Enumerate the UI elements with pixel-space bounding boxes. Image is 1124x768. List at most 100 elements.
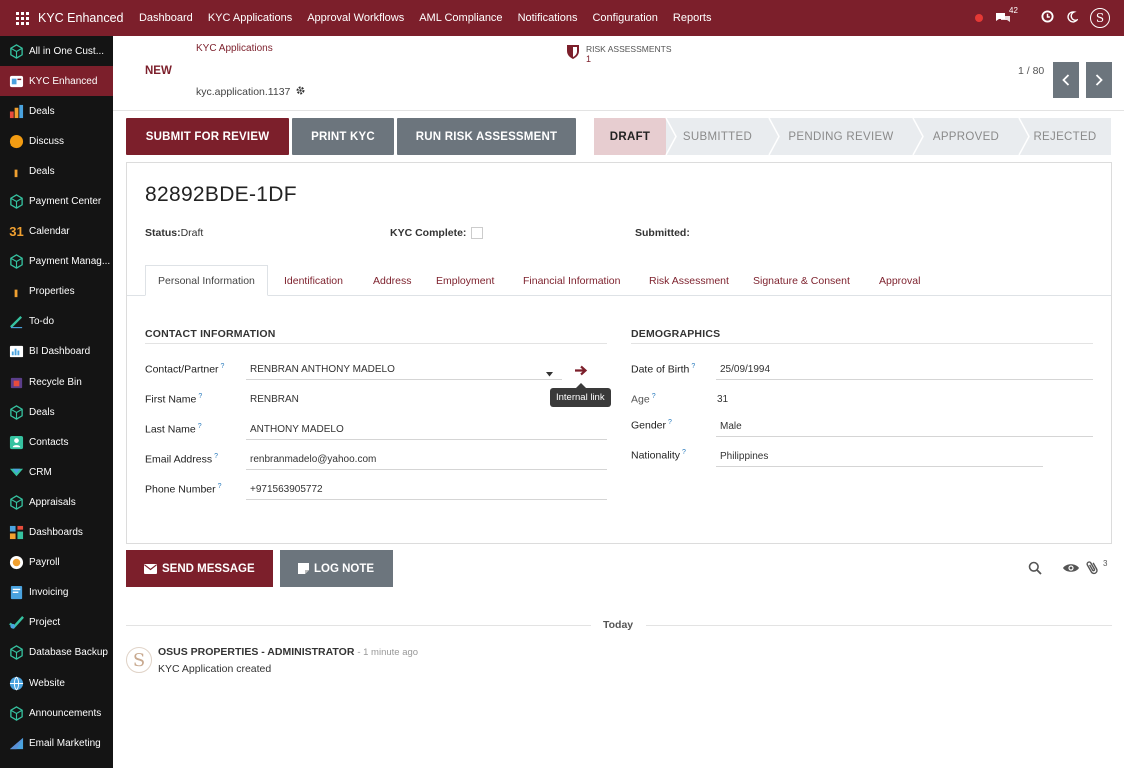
sidebar-item-calendar[interactable]: 31 Calendar	[0, 217, 113, 247]
menu-approval-workflows[interactable]: Approval Workflows	[300, 12, 412, 24]
box-icon	[9, 495, 24, 510]
pager-value[interactable]: 1 / 80	[1018, 65, 1044, 77]
dropdown-caret-icon[interactable]	[546, 368, 553, 380]
tab-employment[interactable]: Employment	[436, 265, 494, 296]
sidebar-item-deals[interactable]: Deals	[0, 96, 113, 126]
dark-mode-icon[interactable]	[1066, 10, 1080, 26]
tab-address[interactable]: Address	[373, 265, 412, 296]
help-icon[interactable]: ?	[682, 449, 686, 456]
pager-previous-button[interactable]	[1053, 62, 1079, 98]
date-of-birth-field[interactable]: 25/09/1994	[716, 361, 1093, 380]
help-icon[interactable]: ?	[198, 423, 202, 430]
email-address-label: Email Address?	[145, 453, 219, 466]
help-icon[interactable]: ?	[691, 363, 695, 370]
tab-signature-consent[interactable]: Signature & Consent	[753, 265, 850, 296]
submit-for-review-button[interactable]: SUBMIT FOR REVIEW	[126, 118, 289, 155]
search-icon[interactable]	[1028, 561, 1042, 578]
menu-dashboard[interactable]: Dashboard	[131, 12, 200, 24]
new-button[interactable]: NEW	[145, 65, 172, 77]
kyc-complete-checkbox[interactable]	[471, 227, 484, 240]
help-icon[interactable]: ?	[668, 419, 672, 426]
sidebar-item-discuss[interactable]: Discuss	[0, 126, 113, 156]
tab-approval[interactable]: Approval	[879, 265, 920, 296]
email-field[interactable]: renbranmadelo@yahoo.com	[246, 451, 607, 470]
sidebar-item-appraisals[interactable]: Appraisals	[0, 487, 113, 517]
menu-kyc-applications[interactable]: KYC Applications	[200, 12, 299, 24]
status-bar: DRAFT SUBMITTED PENDING REVIEW APPROVED …	[594, 118, 1111, 155]
risk-assessments-smart-button[interactable]: RISK ASSESSMENTS 1	[566, 44, 672, 64]
app-brand[interactable]: KYC Enhanced	[38, 11, 123, 25]
message-author-name[interactable]: OSUS PROPERTIES - ADMINISTRATOR	[158, 646, 354, 658]
breadcrumb[interactable]: KYC Applications	[196, 43, 273, 54]
menu-reports[interactable]: Reports	[665, 12, 719, 24]
help-icon[interactable]: ?	[218, 483, 222, 490]
followers-eye-icon[interactable]	[1062, 562, 1080, 577]
menu-configuration[interactable]: Configuration	[585, 12, 665, 24]
gear-icon[interactable]	[295, 85, 306, 99]
help-icon[interactable]: ?	[221, 363, 225, 370]
last-name-field[interactable]: ANTHONY MADELO	[246, 421, 607, 440]
stage-pending-review[interactable]: PENDING REVIEW	[769, 118, 913, 155]
pager-next-button[interactable]	[1086, 62, 1112, 98]
sidebar-item-label: Email Marketing	[29, 737, 101, 749]
sidebar-item-recycle-bin[interactable]: Recycle Bin	[0, 367, 113, 397]
sidebar-item-kyc-enhanced[interactable]: KYC Enhanced	[0, 66, 113, 97]
menu-aml-compliance[interactable]: AML Compliance	[412, 12, 510, 24]
stage-draft[interactable]: DRAFT	[594, 118, 666, 155]
contact-partner-field[interactable]: RENBRAN ANTHONY MADELO	[246, 361, 562, 380]
tab-risk-assessment[interactable]: Risk Assessment	[649, 265, 729, 296]
log-note-button[interactable]: LOG NOTE	[280, 550, 393, 587]
sidebar-item-all-in-one-cust[interactable]: All in One Cust...	[0, 36, 113, 66]
sidebar-item-label: Website	[29, 677, 65, 689]
status-value: Draft	[180, 227, 204, 239]
sidebar-item-crm[interactable]: CRM	[0, 457, 113, 487]
help-icon[interactable]: ?	[652, 393, 656, 400]
sidebar-item-payroll[interactable]: Payroll	[0, 548, 113, 578]
sidebar-item-properties[interactable]: Properties	[0, 277, 113, 307]
user-avatar[interactable]: S	[1090, 8, 1110, 28]
chat-bubble-icon	[9, 134, 24, 149]
sidebar-item-bi-dashboard[interactable]: BI Dashboard	[0, 337, 113, 367]
sidebar-item-announcements[interactable]: Announcements	[0, 698, 113, 728]
run-risk-assessment-button[interactable]: RUN RISK ASSESSMENT	[397, 118, 576, 155]
sidebar-item-payment-manag[interactable]: Payment Manag...	[0, 247, 113, 277]
stage-submitted[interactable]: SUBMITTED	[666, 118, 769, 155]
sidebar-item-deals[interactable]: Deals	[0, 156, 113, 186]
phone-field[interactable]: +971563905772	[246, 481, 607, 500]
nationality-field[interactable]: Philippines	[716, 448, 1043, 467]
small-bar-icon	[9, 284, 24, 299]
submitted-field: Submitted:	[635, 227, 690, 239]
internal-link-arrow-icon[interactable]	[575, 365, 588, 379]
tab-financial-information[interactable]: Financial Information	[523, 265, 620, 296]
menu-notifications[interactable]: Notifications	[510, 12, 585, 24]
sidebar-item-project[interactable]: Project	[0, 608, 113, 638]
sidebar-item-invoicing[interactable]: Invoicing	[0, 578, 113, 608]
author-avatar[interactable]: S	[126, 647, 152, 673]
messages-icon[interactable]: 42	[995, 6, 1018, 24]
apps-menu-icon[interactable]	[8, 0, 36, 36]
status-dot-icon[interactable]	[975, 14, 983, 22]
sidebar-item-payment-center[interactable]: Payment Center	[0, 186, 113, 216]
sidebar-item-to-do[interactable]: To-do	[0, 307, 113, 337]
sidebar-item-contacts[interactable]: Contacts	[0, 427, 113, 457]
stage-rejected[interactable]: REJECTED	[1019, 118, 1111, 155]
help-icon[interactable]: ?	[214, 453, 218, 460]
attachment-paperclip-icon[interactable]	[1086, 559, 1098, 579]
clock-icon[interactable]	[1041, 10, 1054, 26]
kyc-complete-label: KYC Complete:	[390, 227, 467, 239]
sidebar-item-dashboards[interactable]: Dashboards	[0, 518, 113, 548]
sidebar-item-database-backup[interactable]: Database Backup	[0, 638, 113, 668]
gender-field[interactable]: Male	[716, 418, 1093, 437]
sidebar-item-deals[interactable]: Deals	[0, 397, 113, 427]
sidebar-item-label: Payment Manag...	[29, 256, 111, 268]
print-kyc-button[interactable]: PRINT KYC	[292, 118, 394, 155]
tab-personal-information[interactable]: Personal Information	[145, 265, 268, 296]
help-icon[interactable]: ?	[198, 393, 202, 400]
box-icon	[9, 645, 24, 661]
stage-approved[interactable]: APPROVED	[913, 118, 1019, 155]
first-name-field[interactable]: RENBRAN	[246, 391, 546, 410]
tab-identification[interactable]: Identification	[284, 265, 343, 296]
sidebar-item-email-marketing[interactable]: Email Marketing	[0, 728, 113, 758]
send-message-button[interactable]: SEND MESSAGE	[126, 550, 273, 587]
sidebar-item-website[interactable]: Website	[0, 668, 113, 698]
